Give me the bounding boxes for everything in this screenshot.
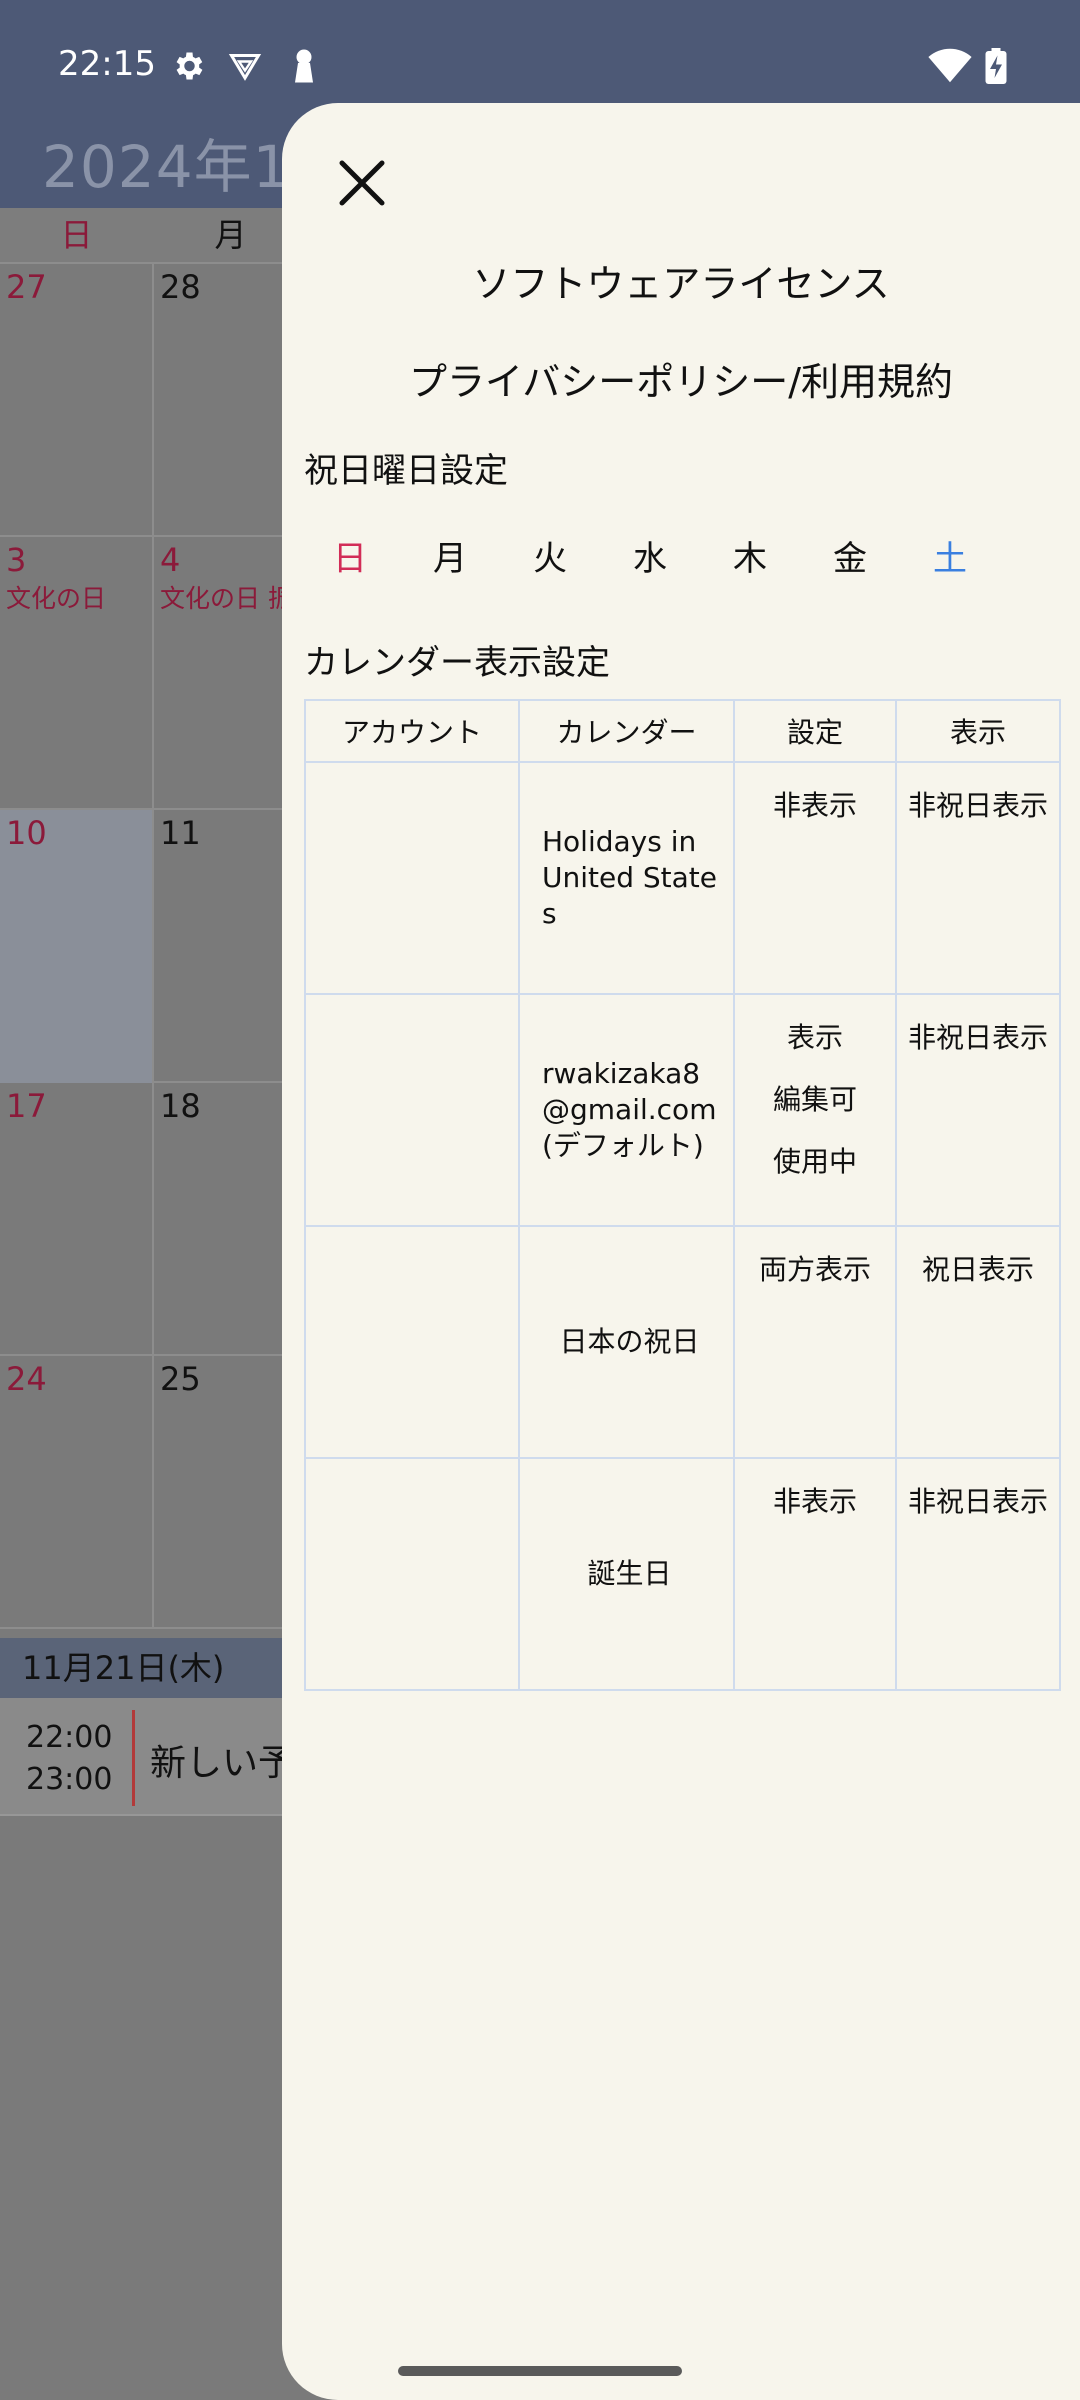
col-header-setting: 設定 bbox=[733, 699, 897, 763]
settings-drawer: ソフトウェアライセンス プライバシーポリシー/利用規約 祝日曜日設定 日 月 火… bbox=[282, 103, 1080, 2400]
calendar-settings-table: アカウント カレンダー 設定 表示 Holidays in United Sta… bbox=[304, 699, 1061, 1691]
table-row: 誕生日 非表示 非祝日表示 bbox=[304, 1457, 1061, 1691]
holiday-label: 文化の日 bbox=[6, 584, 107, 613]
weekday-sunday: 日 bbox=[60, 216, 93, 254]
setting-value[interactable]: 非表示 bbox=[735, 1481, 895, 1523]
day-number: 28 bbox=[160, 268, 201, 306]
event-start-time: 22:00 bbox=[26, 1720, 113, 1755]
setting-value[interactable]: 編集可 bbox=[735, 1079, 895, 1121]
cell-display[interactable]: 非祝日表示 bbox=[895, 761, 1061, 995]
keyhole-icon bbox=[290, 48, 318, 88]
cell-display[interactable]: 非祝日表示 bbox=[895, 1457, 1061, 1691]
event-end-time: 23:00 bbox=[26, 1762, 113, 1797]
event-title: 新しい予 bbox=[150, 1743, 295, 1784]
table-row: rwakizaka8@gmail.com(デフォルト) 表示 編集可 使用中 非… bbox=[304, 993, 1061, 1227]
cell-display[interactable]: 非祝日表示 bbox=[895, 993, 1061, 1227]
day-number: 10 bbox=[6, 814, 47, 852]
weekday-toggle-sun[interactable]: 日 bbox=[320, 531, 380, 580]
day-number: 18 bbox=[160, 1087, 201, 1125]
status-bar: 22:15 bbox=[0, 0, 1080, 100]
cell-setting[interactable]: 非表示 bbox=[733, 1457, 897, 1691]
cell-setting[interactable]: 非表示 bbox=[733, 761, 897, 995]
holiday-label: 文化の日 振 bbox=[160, 584, 293, 613]
setting-value[interactable]: 両方表示 bbox=[735, 1249, 895, 1291]
cell-calendar-name: 誕生日 bbox=[518, 1457, 735, 1691]
gear-icon bbox=[170, 48, 206, 88]
col-header-calendar: カレンダー bbox=[518, 699, 735, 763]
setting-value[interactable]: 使用中 bbox=[735, 1141, 895, 1183]
day-number: 25 bbox=[160, 1360, 201, 1398]
weekday-toggle-wed[interactable]: 水 bbox=[620, 531, 680, 580]
cell-setting[interactable]: 表示 編集可 使用中 bbox=[733, 993, 897, 1227]
cell-setting[interactable]: 両方表示 bbox=[733, 1225, 897, 1459]
setting-value[interactable]: 表示 bbox=[735, 1017, 895, 1059]
cell-calendar-name: 日本の祝日 bbox=[518, 1225, 735, 1459]
day-number: 27 bbox=[6, 268, 47, 306]
weekday-toggle-thu[interactable]: 木 bbox=[720, 531, 780, 580]
close-icon bbox=[339, 160, 385, 206]
wifi-icon bbox=[928, 48, 972, 88]
cell-account bbox=[304, 1225, 520, 1459]
day-number: 24 bbox=[6, 1360, 47, 1398]
battery-charging-icon bbox=[984, 48, 1008, 88]
table-header-row: アカウント カレンダー 設定 表示 bbox=[304, 699, 1061, 763]
day-cell[interactable]: 10 bbox=[0, 810, 154, 1083]
event-color-bar bbox=[132, 1710, 135, 1806]
day-number: 3 bbox=[6, 541, 27, 579]
weekday-toggle-sat[interactable]: 土 bbox=[920, 531, 980, 580]
table-row: Holidays in United States 非表示 非祝日表示 bbox=[304, 761, 1061, 995]
status-time: 22:15 bbox=[58, 44, 156, 84]
setting-value[interactable]: 非表示 bbox=[735, 785, 895, 827]
privacy-policy-link[interactable]: プライバシーポリシー/利用規約 bbox=[282, 351, 1080, 406]
close-button[interactable] bbox=[322, 143, 402, 223]
day-cell[interactable]: 24 bbox=[0, 1356, 154, 1629]
day-number: 11 bbox=[160, 814, 201, 852]
cell-account bbox=[304, 761, 520, 995]
vpn-shield-icon bbox=[226, 48, 264, 88]
cell-account bbox=[304, 1457, 520, 1691]
cell-calendar-name: rwakizaka8@gmail.com(デフォルト) bbox=[518, 993, 735, 1227]
col-header-account: アカウント bbox=[304, 699, 520, 763]
software-license-link[interactable]: ソフトウェアライセンス bbox=[282, 253, 1080, 308]
day-cell[interactable]: 3 文化の日 bbox=[0, 537, 154, 810]
cell-calendar-name: Holidays in United States bbox=[518, 761, 735, 995]
weekday-toggle-mon[interactable]: 月 bbox=[420, 531, 480, 580]
weekday-toggle-fri[interactable]: 金 bbox=[820, 531, 880, 580]
day-cell[interactable]: 27 bbox=[0, 264, 154, 537]
col-header-display: 表示 bbox=[895, 699, 1061, 763]
cell-display[interactable]: 祝日表示 bbox=[895, 1225, 1061, 1459]
weekday-toggle-tue[interactable]: 火 bbox=[520, 531, 580, 580]
day-cell[interactable]: 17 bbox=[0, 1083, 154, 1356]
cell-account bbox=[304, 993, 520, 1227]
home-indicator[interactable] bbox=[398, 2366, 682, 2376]
holiday-weekday-settings-title: 祝日曜日設定 bbox=[304, 451, 508, 491]
day-number: 17 bbox=[6, 1087, 47, 1125]
table-row: 日本の祝日 両方表示 祝日表示 bbox=[304, 1225, 1061, 1459]
calendar-display-settings-title: カレンダー表示設定 bbox=[304, 643, 610, 683]
day-number: 4 bbox=[160, 541, 181, 579]
